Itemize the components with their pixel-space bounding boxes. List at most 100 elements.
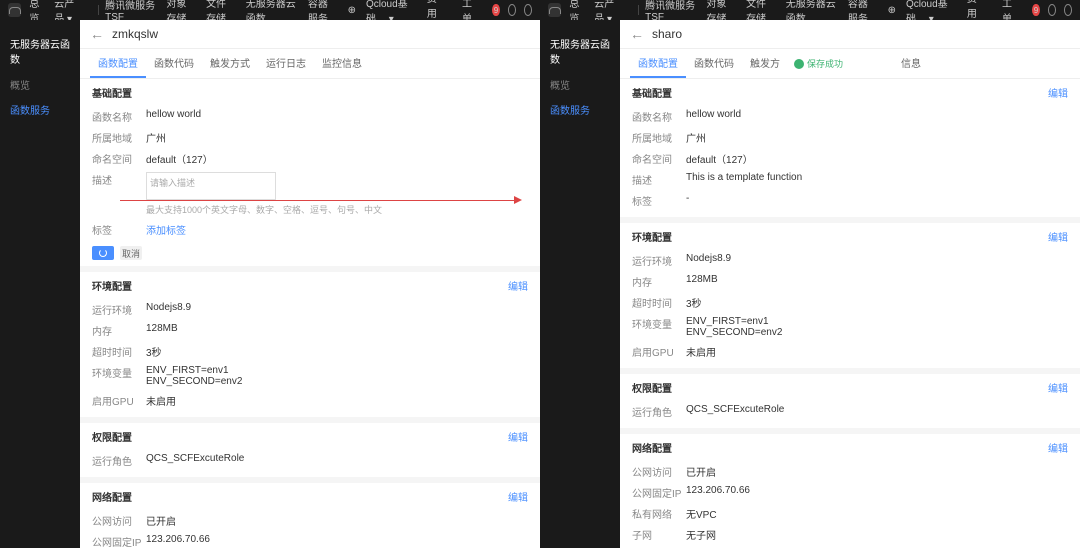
val-pubip-r: 123.206.70.66 — [686, 485, 750, 500]
link-add[interactable]: ⊕ — [348, 5, 356, 16]
val-tag-r: - — [686, 193, 689, 208]
tab-info-r[interactable]: 信息 — [893, 49, 929, 78]
cancel-button[interactable]: 取消 — [120, 246, 142, 260]
lbl-gpu: 启用GPU — [92, 393, 146, 408]
val-pubnet: 已开启 — [146, 513, 176, 528]
val-ns-r: default（127） — [686, 151, 753, 166]
sidebar-overview[interactable]: 概览 — [0, 72, 80, 97]
sec-title-net-r: 网络配置 — [632, 440, 1068, 455]
sec-title-perm: 权限配置 — [92, 429, 528, 444]
cloud-logo[interactable] — [8, 3, 21, 17]
val-desc-r: This is a template function — [686, 172, 802, 187]
sidebar-title-r: 无服务器云函数 — [540, 30, 620, 72]
page-title: zmkqslw — [112, 27, 158, 41]
edit-net-r[interactable]: 编辑 — [1048, 440, 1068, 455]
val-mem: 128MB — [146, 323, 178, 338]
lbl-pubnet: 公网访问 — [92, 513, 146, 528]
val-role-r: QCS_SCFExcuteRole — [686, 404, 784, 419]
section-basic-r: 基础配置 编辑 函数名称hellow world 所属地域广州 命名空间defa… — [620, 79, 1080, 223]
content-panel-r: ← sharo 函数配置 函数代码 触发方 保存成功 信息 基础配置 编辑 函数… — [620, 20, 1080, 548]
help-icon-r[interactable] — [1048, 4, 1056, 16]
section-net: 网络配置 编辑 公网访问已开启 公网固定IP123.206.70.66 私有网络… — [80, 483, 540, 548]
lbl-pubip: 公网固定IP — [92, 534, 146, 548]
tab-config-r[interactable]: 函数配置 — [630, 49, 686, 78]
edit-basic-r[interactable]: 编辑 — [1048, 85, 1068, 100]
lbl-ns-r: 命名空间 — [632, 151, 686, 166]
desc-hint: 最大支持1000个英文字母、数字、空格、逗号、句号、中文 — [146, 203, 382, 216]
sidebar-title: 无服务器云函数 — [0, 30, 80, 72]
section-basic: 基础配置 函数名称hellow world 所属地域广州 命名空间default… — [80, 79, 540, 272]
add-tag-link[interactable]: 添加标签 — [146, 222, 186, 237]
val-region-r: 广州 — [686, 130, 706, 145]
sidebar-r: 无服务器云函数 概览 函数服务 — [540, 20, 620, 548]
section-env: 环境配置 编辑 运行环境Nodejs8.9 内存128MB 超时时间3秒 环境变… — [80, 272, 540, 423]
topbar-r: 总览 云产品 ▾ 腾讯微服务TSF 对象存储 文件存储 无服务器云函数 容器服务… — [540, 0, 1080, 20]
tab-trigger[interactable]: 触发方式 — [202, 49, 258, 78]
lbl-timeout: 超时时间 — [92, 344, 146, 359]
lbl-vpc-r: 私有网络 — [632, 506, 686, 521]
lbl-desc-r: 描述 — [632, 172, 686, 187]
val-timeout: 3秒 — [146, 344, 162, 359]
back-icon[interactable]: ← — [90, 26, 104, 42]
edit-env[interactable]: 编辑 — [508, 278, 528, 293]
notif-badge-r[interactable]: 9 — [1032, 4, 1039, 16]
val-subnet-r: 无子网 — [686, 527, 716, 542]
notif-badge[interactable]: 9 — [492, 4, 499, 16]
tab-logs[interactable]: 运行日志 — [258, 49, 314, 78]
edit-net[interactable]: 编辑 — [508, 489, 528, 504]
tab-config[interactable]: 函数配置 — [90, 49, 146, 78]
divider-r — [638, 5, 639, 15]
lbl-tag: 标签 — [92, 222, 146, 237]
sec-title-env: 环境配置 — [92, 278, 528, 293]
sec-title-perm-r: 权限配置 — [632, 380, 1068, 395]
val-gpu: 未启用 — [146, 393, 176, 408]
tab-trigger-r[interactable]: 触发方 — [742, 49, 788, 78]
save-success-badge: 保存成功 — [794, 57, 843, 70]
cloud-logo-r[interactable] — [548, 3, 561, 17]
lbl-pubip-r: 公网固定IP — [632, 485, 686, 500]
lbl-name: 函数名称 — [92, 109, 146, 124]
lbl-region: 所属地域 — [92, 130, 146, 145]
desc-input[interactable]: 请输入描述 — [146, 172, 276, 200]
user-icon[interactable] — [524, 4, 532, 16]
tab-monitor[interactable]: 监控信息 — [314, 49, 370, 78]
content-panel: ← zmkqslw 函数配置 函数代码 触发方式 运行日志 监控信息 基础配置 … — [80, 20, 540, 548]
sec-title-basic-r: 基础配置 — [632, 85, 1068, 100]
page-title-r: sharo — [652, 27, 682, 41]
val-timeout-r: 3秒 — [686, 295, 702, 310]
sidebar-functions[interactable]: 函数服务 — [0, 97, 80, 122]
val-vpc-r: 无VPC — [686, 506, 717, 521]
back-icon-r[interactable]: ← — [630, 26, 644, 42]
val-role: QCS_SCFExcuteRole — [146, 453, 244, 468]
edit-perm-r[interactable]: 编辑 — [1048, 380, 1068, 395]
val-name-r: hellow world — [686, 109, 741, 124]
sec-title-net: 网络配置 — [92, 489, 528, 504]
section-perm-r: 权限配置 编辑 运行角色QCS_SCFExcuteRole — [620, 374, 1080, 434]
val-pubip: 123.206.70.66 — [146, 534, 210, 548]
sidebar-functions-r[interactable]: 函数服务 — [540, 97, 620, 122]
lbl-role: 运行角色 — [92, 453, 146, 468]
section-net-r: 网络配置 编辑 公网访问已开启 公网固定IP123.206.70.66 私有网络… — [620, 434, 1080, 548]
tab-code[interactable]: 函数代码 — [146, 49, 202, 78]
edit-perm[interactable]: 编辑 — [508, 429, 528, 444]
val-gpu-r: 未启用 — [686, 344, 716, 359]
help-icon[interactable] — [508, 4, 516, 16]
lbl-envvar-r: 环境变量 — [632, 316, 686, 338]
lbl-mem-r: 内存 — [632, 274, 686, 289]
edit-env-r[interactable]: 编辑 — [1048, 229, 1068, 244]
save-button[interactable] — [92, 246, 114, 260]
val-name: hellow world — [146, 109, 201, 124]
topbar: 总览 云产品 ▾ 腾讯微服务TSF 对象存储 文件存储 无服务器云函数 容器服务… — [0, 0, 540, 20]
sec-title-env-r: 环境配置 — [632, 229, 1068, 244]
link-add-r[interactable]: ⊕ — [888, 5, 896, 16]
section-env-r: 环境配置 编辑 运行环境Nodejs8.9 内存128MB 超时时间3秒 环境变… — [620, 223, 1080, 374]
lbl-runtime-r: 运行环境 — [632, 253, 686, 268]
divider — [98, 5, 99, 15]
lbl-gpu-r: 启用GPU — [632, 344, 686, 359]
sidebar-overview-r[interactable]: 概览 — [540, 72, 620, 97]
val-runtime-r: Nodejs8.9 — [686, 253, 731, 268]
user-icon-r[interactable] — [1064, 4, 1072, 16]
tab-code-r[interactable]: 函数代码 — [686, 49, 742, 78]
lbl-timeout-r: 超时时间 — [632, 295, 686, 310]
lbl-envvar: 环境变量 — [92, 365, 146, 387]
